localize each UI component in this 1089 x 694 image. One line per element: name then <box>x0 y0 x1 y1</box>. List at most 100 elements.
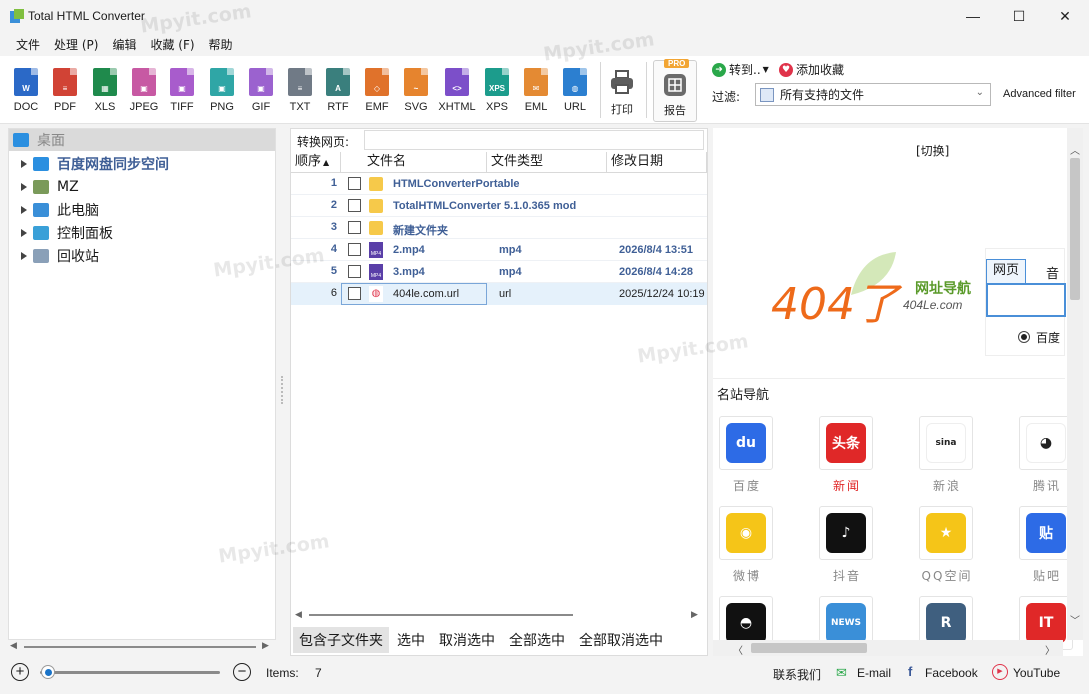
splitter-handle[interactable] <box>281 376 287 404</box>
menu-edit[interactable]: 编辑 <box>105 36 143 53</box>
convert-emf-button[interactable]: ◇ EMF <box>357 64 397 120</box>
tree-horizontal-scrollbar[interactable]: ◀ ▶ <box>8 640 276 654</box>
add-favorite-button[interactable]: ♥ 添加收藏 <box>779 61 844 78</box>
tree-item[interactable]: MZ <box>9 176 275 198</box>
row-checkbox[interactable] <box>348 177 361 190</box>
contact-link[interactable]: 联系我们 <box>773 666 821 683</box>
row-checkbox[interactable] <box>348 265 361 278</box>
table-row[interactable]: 1 HTMLConverterPortable <box>291 173 707 195</box>
include-subfolders-button[interactable]: 包含子文件夹 <box>293 627 389 653</box>
scroll-thumb[interactable] <box>751 643 867 653</box>
zoom-in-icon[interactable]: + <box>11 663 29 681</box>
site-label: 新浪 <box>932 479 961 493</box>
row-checkbox[interactable] <box>348 199 361 212</box>
tree-item-label: MZ <box>57 179 79 195</box>
web-vertical-scrollbar[interactable]: ︿ ﹀ <box>1067 128 1083 640</box>
goto-label: 转到.. <box>729 63 761 77</box>
site-tile[interactable]: sina 新浪 <box>919 416 975 494</box>
site-tile[interactable]: du 百度 <box>719 416 775 494</box>
site-tile[interactable]: ♪ 抖音 <box>819 506 875 584</box>
expand-arrow-icon[interactable] <box>21 206 27 214</box>
tree-item-icon <box>33 226 49 240</box>
print-button[interactable]: 打印 <box>602 64 642 120</box>
web-horizontal-scrollbar[interactable]: 〈 〉 <box>713 640 1063 657</box>
select-all-button[interactable]: 全部选中 <box>503 627 571 653</box>
menu-favorites[interactable]: 收藏 (F) <box>143 36 201 53</box>
convert-gif-button[interactable]: ▣ GIF <box>241 64 281 120</box>
convert-xhtml-button[interactable]: <> XHTML <box>437 64 477 120</box>
convert-rtf-button[interactable]: A RTF <box>318 64 358 120</box>
convert-png-button[interactable]: ▣ PNG <box>202 64 242 120</box>
convert-eml-button[interactable]: ✉ EML <box>516 64 556 120</box>
file-list-horizontal-scrollbar[interactable]: ◀ ▶ <box>291 607 707 623</box>
table-row[interactable]: 3 新建文件夹 <box>291 217 707 239</box>
column-order[interactable]: 顺序 ▲ <box>291 152 341 173</box>
select-button[interactable]: 选中 <box>391 627 431 653</box>
menu-process[interactable]: 处理 (P) <box>47 36 105 53</box>
menu-file[interactable]: 文件 <box>9 36 47 53</box>
convert-txt-button[interactable]: ≡ TXT <box>280 64 320 120</box>
convert-svg-button[interactable]: ~ SVG <box>396 64 436 120</box>
advanced-filter-button[interactable]: Advanced filter <box>1003 88 1076 100</box>
maximize-button[interactable]: ☐ <box>996 0 1042 32</box>
tree-item[interactable]: 控制面板 <box>9 222 275 244</box>
column-modified[interactable]: 修改日期 <box>607 152 707 173</box>
minimize-button[interactable]: — <box>950 0 996 32</box>
deselect-button[interactable]: 取消选中 <box>433 627 501 653</box>
png-file-icon: ▣ <box>210 68 234 96</box>
search-tab-music[interactable]: 音 <box>1046 263 1059 282</box>
switch-link[interactable]: [切换] <box>916 142 949 159</box>
row-checkbox[interactable] <box>348 243 361 256</box>
file-type: mp4 <box>499 244 522 256</box>
convert-jpeg-button[interactable]: ▣ JPEG <box>124 64 164 120</box>
txt-file-icon: ≡ <box>288 68 312 96</box>
zoom-out-icon[interactable]: − <box>233 663 251 681</box>
tree-item[interactable]: 百度网盘同步空间 <box>9 153 275 175</box>
table-row[interactable]: 2 TotalHTMLConverter 5.1.0.365 mod <box>291 195 707 217</box>
site-logo-icon: NEWS <box>826 603 866 643</box>
search-tab-web[interactable]: 网页 <box>986 259 1026 283</box>
scroll-thumb[interactable] <box>1070 158 1080 300</box>
filter-select[interactable]: 所有支持的文件 ⌄ <box>755 83 991 106</box>
zoom-slider[interactable] <box>40 671 220 674</box>
deselect-all-button[interactable]: 全部取消选中 <box>573 627 669 653</box>
youtube-link[interactable]: YouTube <box>1013 666 1060 680</box>
address-input[interactable] <box>364 130 704 150</box>
convert-xps-button[interactable]: XPS XPS <box>477 64 517 120</box>
site-tile[interactable]: ★ QQ空间 <box>919 506 975 584</box>
row-checkbox[interactable] <box>348 221 361 234</box>
site-logo-icon: 头条 <box>826 423 866 463</box>
column-filetype[interactable]: 文件类型 <box>487 152 607 173</box>
table-row[interactable]: 5 MP4 3.mp4 mp4 2026/8/4 14:28 <box>291 261 707 283</box>
radio-baidu[interactable] <box>1018 331 1030 343</box>
convert-url-button[interactable]: ◍ URL <box>555 64 595 120</box>
expand-arrow-icon[interactable] <box>21 229 27 237</box>
search-input[interactable] <box>986 283 1066 317</box>
table-row[interactable]: 4 MP4 2.mp4 mp4 2026/8/4 13:51 <box>291 239 707 261</box>
site-tile[interactable]: 头条 新闻 <box>819 416 875 494</box>
tree-item[interactable]: 此电脑 <box>9 199 275 221</box>
scroll-right-icon: 〉 <box>1045 646 1055 657</box>
expand-arrow-icon[interactable] <box>21 160 27 168</box>
goto-button[interactable]: ➜ 转到.. ▼ <box>712 61 769 78</box>
site-tile[interactable]: ◉ 微博 <box>719 506 775 584</box>
convert-doc-button[interactable]: W DOC <box>6 64 46 120</box>
convert-tiff-button[interactable]: ▣ TIFF <box>162 64 202 120</box>
table-row[interactable]: 6 ◍ 404le.com.url url 2025/12/24 10:19 <box>291 283 707 305</box>
expand-arrow-icon[interactable] <box>21 183 27 191</box>
search-engine-label: 百度 <box>1036 331 1061 345</box>
format-label: PNG <box>210 101 234 113</box>
tree-item-label: 百度网盘同步空间 <box>57 157 169 173</box>
convert-xls-button[interactable]: ▦ XLS <box>85 64 125 120</box>
zoom-slider-thumb[interactable] <box>41 665 55 679</box>
menu-help[interactable]: 帮助 <box>202 36 240 53</box>
email-link[interactable]: E-mail <box>857 666 891 680</box>
close-button[interactable]: ✕ <box>1042 0 1088 32</box>
facebook-icon: f <box>908 664 913 679</box>
report-button[interactable]: PRO 报告 <box>653 59 697 122</box>
convert-pdf-button[interactable]: ≡ PDF <box>45 64 85 120</box>
tree-header[interactable]: 桌面 <box>9 129 275 151</box>
facebook-link[interactable]: Facebook <box>925 666 978 680</box>
column-filename[interactable]: 文件名 <box>341 152 487 173</box>
expand-arrow-icon[interactable] <box>21 252 27 260</box>
